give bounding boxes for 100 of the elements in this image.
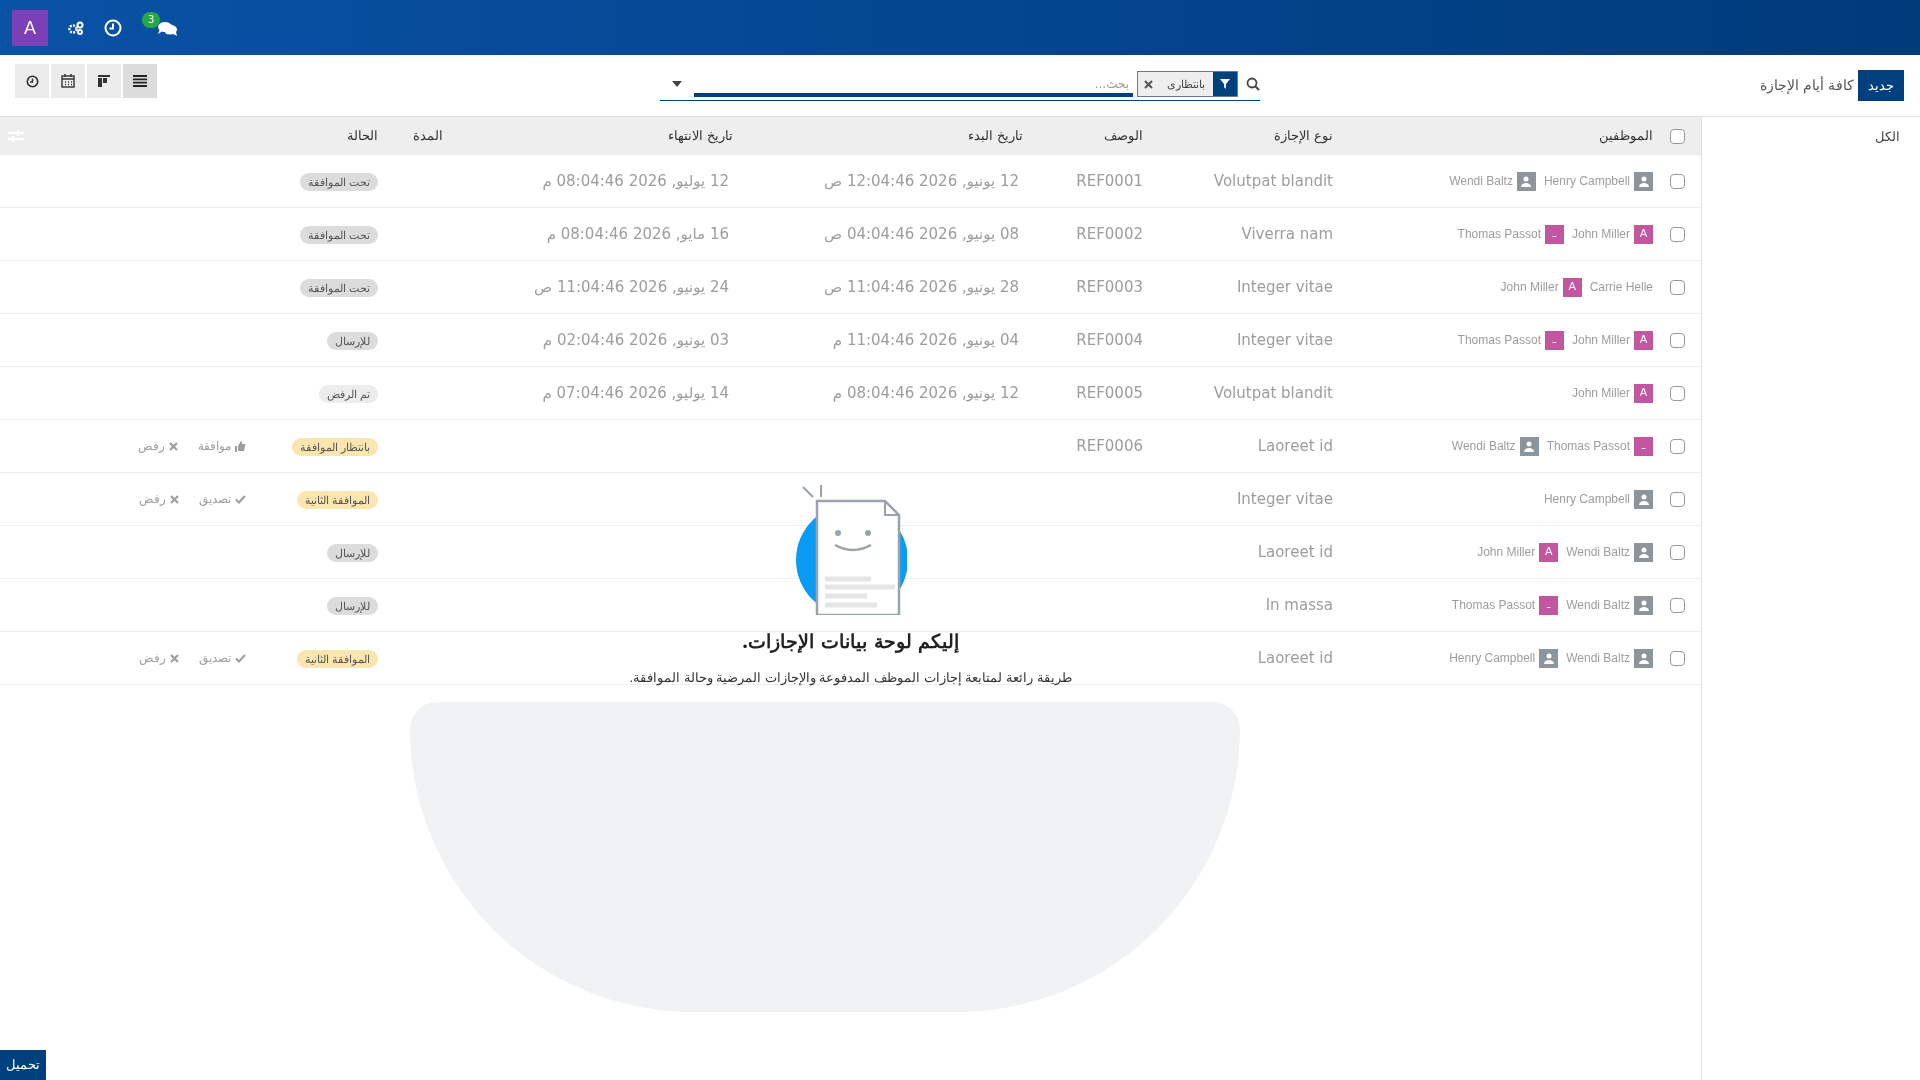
employee-avatar: A [1634,330,1653,350]
person-icon [1637,546,1650,558]
calendar-icon [61,74,75,88]
employee-name: Carrie Helle [1589,279,1653,296]
employee-name: Wendi Baltz [1451,438,1516,455]
thumbs-up-icon [235,440,246,452]
column-header[interactable]: الحالة [347,128,378,144]
status-badge: تم الرفض [318,384,378,403]
status-badge: للإرسال [327,596,378,615]
table-cell: 28 يونيو, 2026 11:04:46 ص [823,277,1019,296]
column-header[interactable]: الوصف [1104,128,1143,144]
employee-avatar: ـ [1539,595,1559,615]
chat-icon[interactable] [156,19,178,38]
breadcrumb: كافة أيام الإجازة [1760,75,1854,96]
user-avatar[interactable]: A [12,9,48,46]
helper-title: إليكم لوحة بيانات الإجازات. [741,629,960,655]
table-cell: 16 مايو, 2026 08:04:46 م [546,224,729,243]
table-cell: 04 يونيو, 2026 11:04:46 م [832,330,1019,349]
person-icon [1637,493,1650,505]
table-cell-text: Viverra nam [1240,223,1334,245]
status-badge: الموافقة الثانية [296,490,378,509]
table-cell-text: Integer vitae [1235,329,1334,351]
row-checkbox[interactable] [1670,279,1685,295]
employee-name: Thomas Passot [1457,226,1541,243]
status-badge: بانتظار الموافقة [291,437,378,456]
person-icon [1637,652,1650,664]
employee-avatar: A [1539,542,1559,562]
check-icon [235,494,246,504]
filter-facet[interactable]: بانتظارى [1137,71,1238,97]
row-checkbox[interactable] [1670,385,1685,401]
table-cell-text: Integer vitae [1235,276,1334,298]
employee-avatar: ـ [1634,436,1653,456]
table-cell: 12 يوليو, 2026 08:04:46 م [542,171,729,190]
row-checkbox[interactable] [1670,544,1685,560]
list-view-button[interactable] [123,64,157,98]
employee-name: Wendi Baltz [1449,173,1513,190]
row-checkbox[interactable] [1670,597,1685,613]
table-cell-text: Laoreet id [1256,435,1334,457]
table-cell: 14 يوليو, 2026 07:04:46 م [542,383,729,402]
select-all-checkbox[interactable] [1670,128,1685,144]
check-icon [235,653,246,663]
table-cell-text: Laoreet id [1256,647,1334,669]
kanban-view-button[interactable] [87,64,121,98]
employee-name: Wendi Baltz [1566,650,1630,667]
employee-name: Thomas Passot [1546,438,1630,455]
download-button[interactable]: تحميل [0,1050,46,1080]
column-header[interactable]: نوع الإجازة [1274,128,1333,144]
employee-name: John Miller [1477,544,1536,561]
close-icon [170,653,179,663]
table-cell: 12 يونيو, 2026 08:04:46 م [832,383,1019,402]
employee-avatar: A [1634,383,1653,403]
settings-icon[interactable] [68,20,84,35]
search-icon[interactable] [1246,77,1260,91]
employee-avatar: ـ [1544,224,1564,244]
activity-view-button[interactable] [15,64,49,98]
clock-icon[interactable] [104,18,122,37]
status-badge: الموافقة الثانية [296,649,378,668]
employee-name: Henry Campbell [1449,650,1536,667]
status-badge: للإرسال [327,543,378,562]
table-cell: REF0003 [1076,277,1143,296]
status-badge: تحت الموافقة [299,225,378,244]
column-header[interactable]: تاريخ البدء [968,128,1023,144]
list-icon [133,75,147,87]
status-badge: للإرسال [327,331,378,350]
sidebar-item[interactable]: الكل [1702,127,1900,147]
employee-name: Henry Campbell [1543,173,1630,190]
table-cell: REF0005 [1076,383,1143,402]
search-field[interactable]: بحث... [694,73,1133,95]
employee-name: Wendi Baltz [1566,597,1630,614]
row-checkbox[interactable] [1670,226,1685,242]
table-cell-text: Laoreet id [1256,541,1334,563]
caret-icon[interactable] [672,81,682,87]
column-header[interactable]: المدة [413,128,443,144]
row-checkbox[interactable] [1670,438,1685,454]
table-cell: REF0001 [1076,171,1143,190]
close-icon [169,441,178,451]
employee-name: John Miller [1571,226,1630,243]
employee-name: John Miller [1571,385,1630,402]
row-checkbox[interactable] [1670,650,1685,666]
row-checkbox[interactable] [1670,173,1685,189]
employee-name: John Miller [1571,332,1630,349]
table-cell: 24 يونيو, 2026 11:04:46 ص [533,277,729,296]
person-icon [1637,599,1650,611]
employee-avatar: A [1562,277,1582,297]
close-icon[interactable] [1144,79,1153,89]
column-header[interactable]: الموظفين [1599,128,1653,144]
calendar-view-button[interactable] [51,64,85,98]
row-checkbox[interactable] [1670,491,1685,507]
column-header[interactable]: تاريخ الانتهاء [668,128,733,144]
table-cell: 03 يونيو, 2026 02:04:46 م [542,330,729,349]
row-checkbox[interactable] [1670,332,1685,348]
close-icon [170,494,179,504]
helper-description: طريقة رائعة لمتابعة إجازات الموظف المدفوعة والإجازات المرضية وحالة الموافقة. [629,668,1072,687]
table-cell-text: Volutpat blandit [1212,170,1334,192]
table-cell-text: In massa [1264,594,1334,616]
table-cell: REF0002 [1076,224,1143,243]
table-cell: REF0006 [1076,436,1143,455]
filter-icon [1220,79,1230,89]
new-button[interactable]: جديد [1858,70,1904,101]
employee-name: John Miller [1500,279,1559,296]
